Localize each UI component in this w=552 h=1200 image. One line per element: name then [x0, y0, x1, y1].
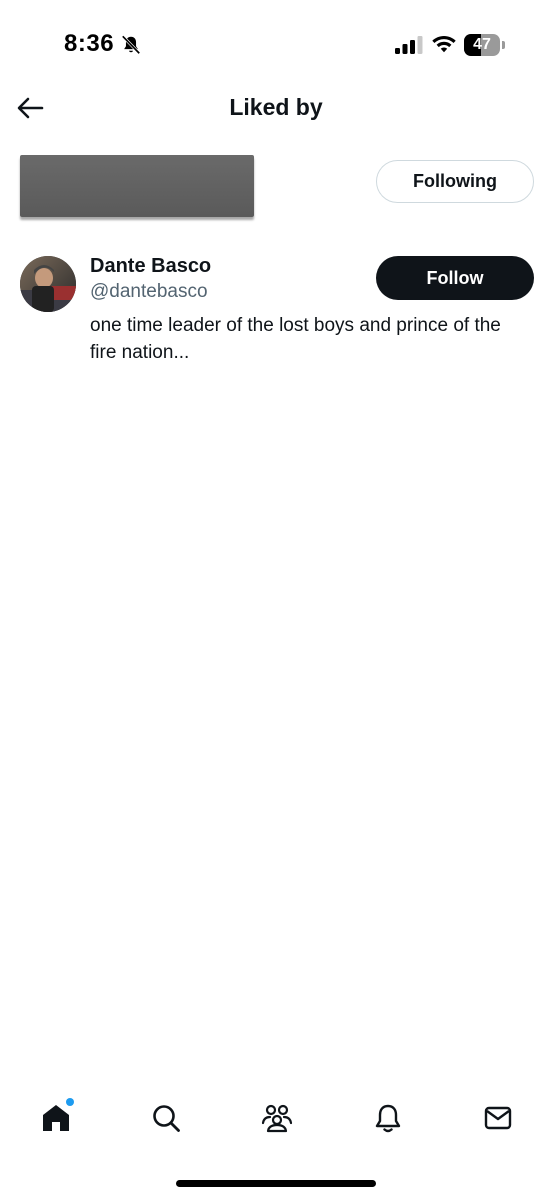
home-indicator[interactable] — [176, 1180, 376, 1187]
nav-search[interactable] — [144, 1096, 188, 1140]
status-bar: 8:36 47 — [0, 0, 552, 80]
nav-home[interactable] — [34, 1096, 78, 1140]
messages-icon — [484, 1106, 512, 1130]
bell-slash-icon — [121, 35, 141, 55]
user-name: Dante Basco — [90, 255, 212, 277]
cellular-signal-icon — [395, 36, 423, 54]
nav-communities[interactable] — [255, 1096, 299, 1140]
search-icon — [153, 1105, 180, 1132]
redacted-user-info — [20, 155, 254, 217]
nav-notifications[interactable] — [366, 1096, 410, 1140]
following-button[interactable]: Following — [376, 160, 534, 203]
notification-dot — [66, 1098, 74, 1106]
header: Liked by — [0, 80, 552, 138]
wifi-icon — [432, 36, 456, 53]
page-title: Liked by — [229, 94, 323, 120]
battery-icon: 47 — [464, 34, 506, 56]
user-bio: one time leader of the lost boys and pri… — [90, 315, 501, 363]
user-list-item[interactable]: Dante Basco @dantebasco one time leader … — [0, 245, 552, 375]
avatar[interactable] — [20, 256, 76, 312]
status-time: 8:36 — [64, 30, 115, 57]
bottom-nav — [0, 1088, 552, 1148]
battery-level: 47 — [473, 36, 491, 53]
nav-messages[interactable] — [476, 1096, 520, 1140]
home-icon — [43, 1105, 69, 1131]
user-handle: @dantebasco — [90, 281, 208, 302]
user-list-item[interactable]: Following — [0, 150, 552, 222]
notifications-icon — [375, 1104, 401, 1133]
follow-button[interactable]: Follow — [376, 256, 534, 300]
communities-icon — [261, 1104, 293, 1133]
